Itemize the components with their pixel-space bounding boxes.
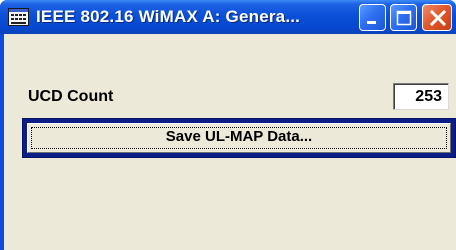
save-ul-map-focus-frame: Save UL-MAP Data...	[22, 118, 456, 158]
title-bar[interactable]: IEEE 802.16 WiMAX A: Genera...	[0, 0, 456, 34]
dialog-window: IEEE 802.16 WiMAX A: Genera... UCD Count…	[0, 0, 456, 250]
window-app-icon[interactable]	[8, 8, 29, 26]
ucd-count-label: UCD Count	[28, 88, 114, 105]
window-title: IEEE 802.16 WiMAX A: Genera...	[36, 7, 301, 26]
ucd-count-field[interactable]: 253	[393, 83, 449, 110]
save-ul-map-data-label: Save UL-MAP Data...	[165, 128, 313, 145]
minimize-button[interactable]	[359, 4, 386, 31]
maximize-button[interactable]	[390, 4, 417, 31]
close-button[interactable]	[422, 4, 452, 31]
dialog-content: UCD Count 253 Save UL-MAP Data...	[4, 34, 456, 250]
save-ul-map-data-button[interactable]: Save UL-MAP Data...	[27, 123, 451, 153]
